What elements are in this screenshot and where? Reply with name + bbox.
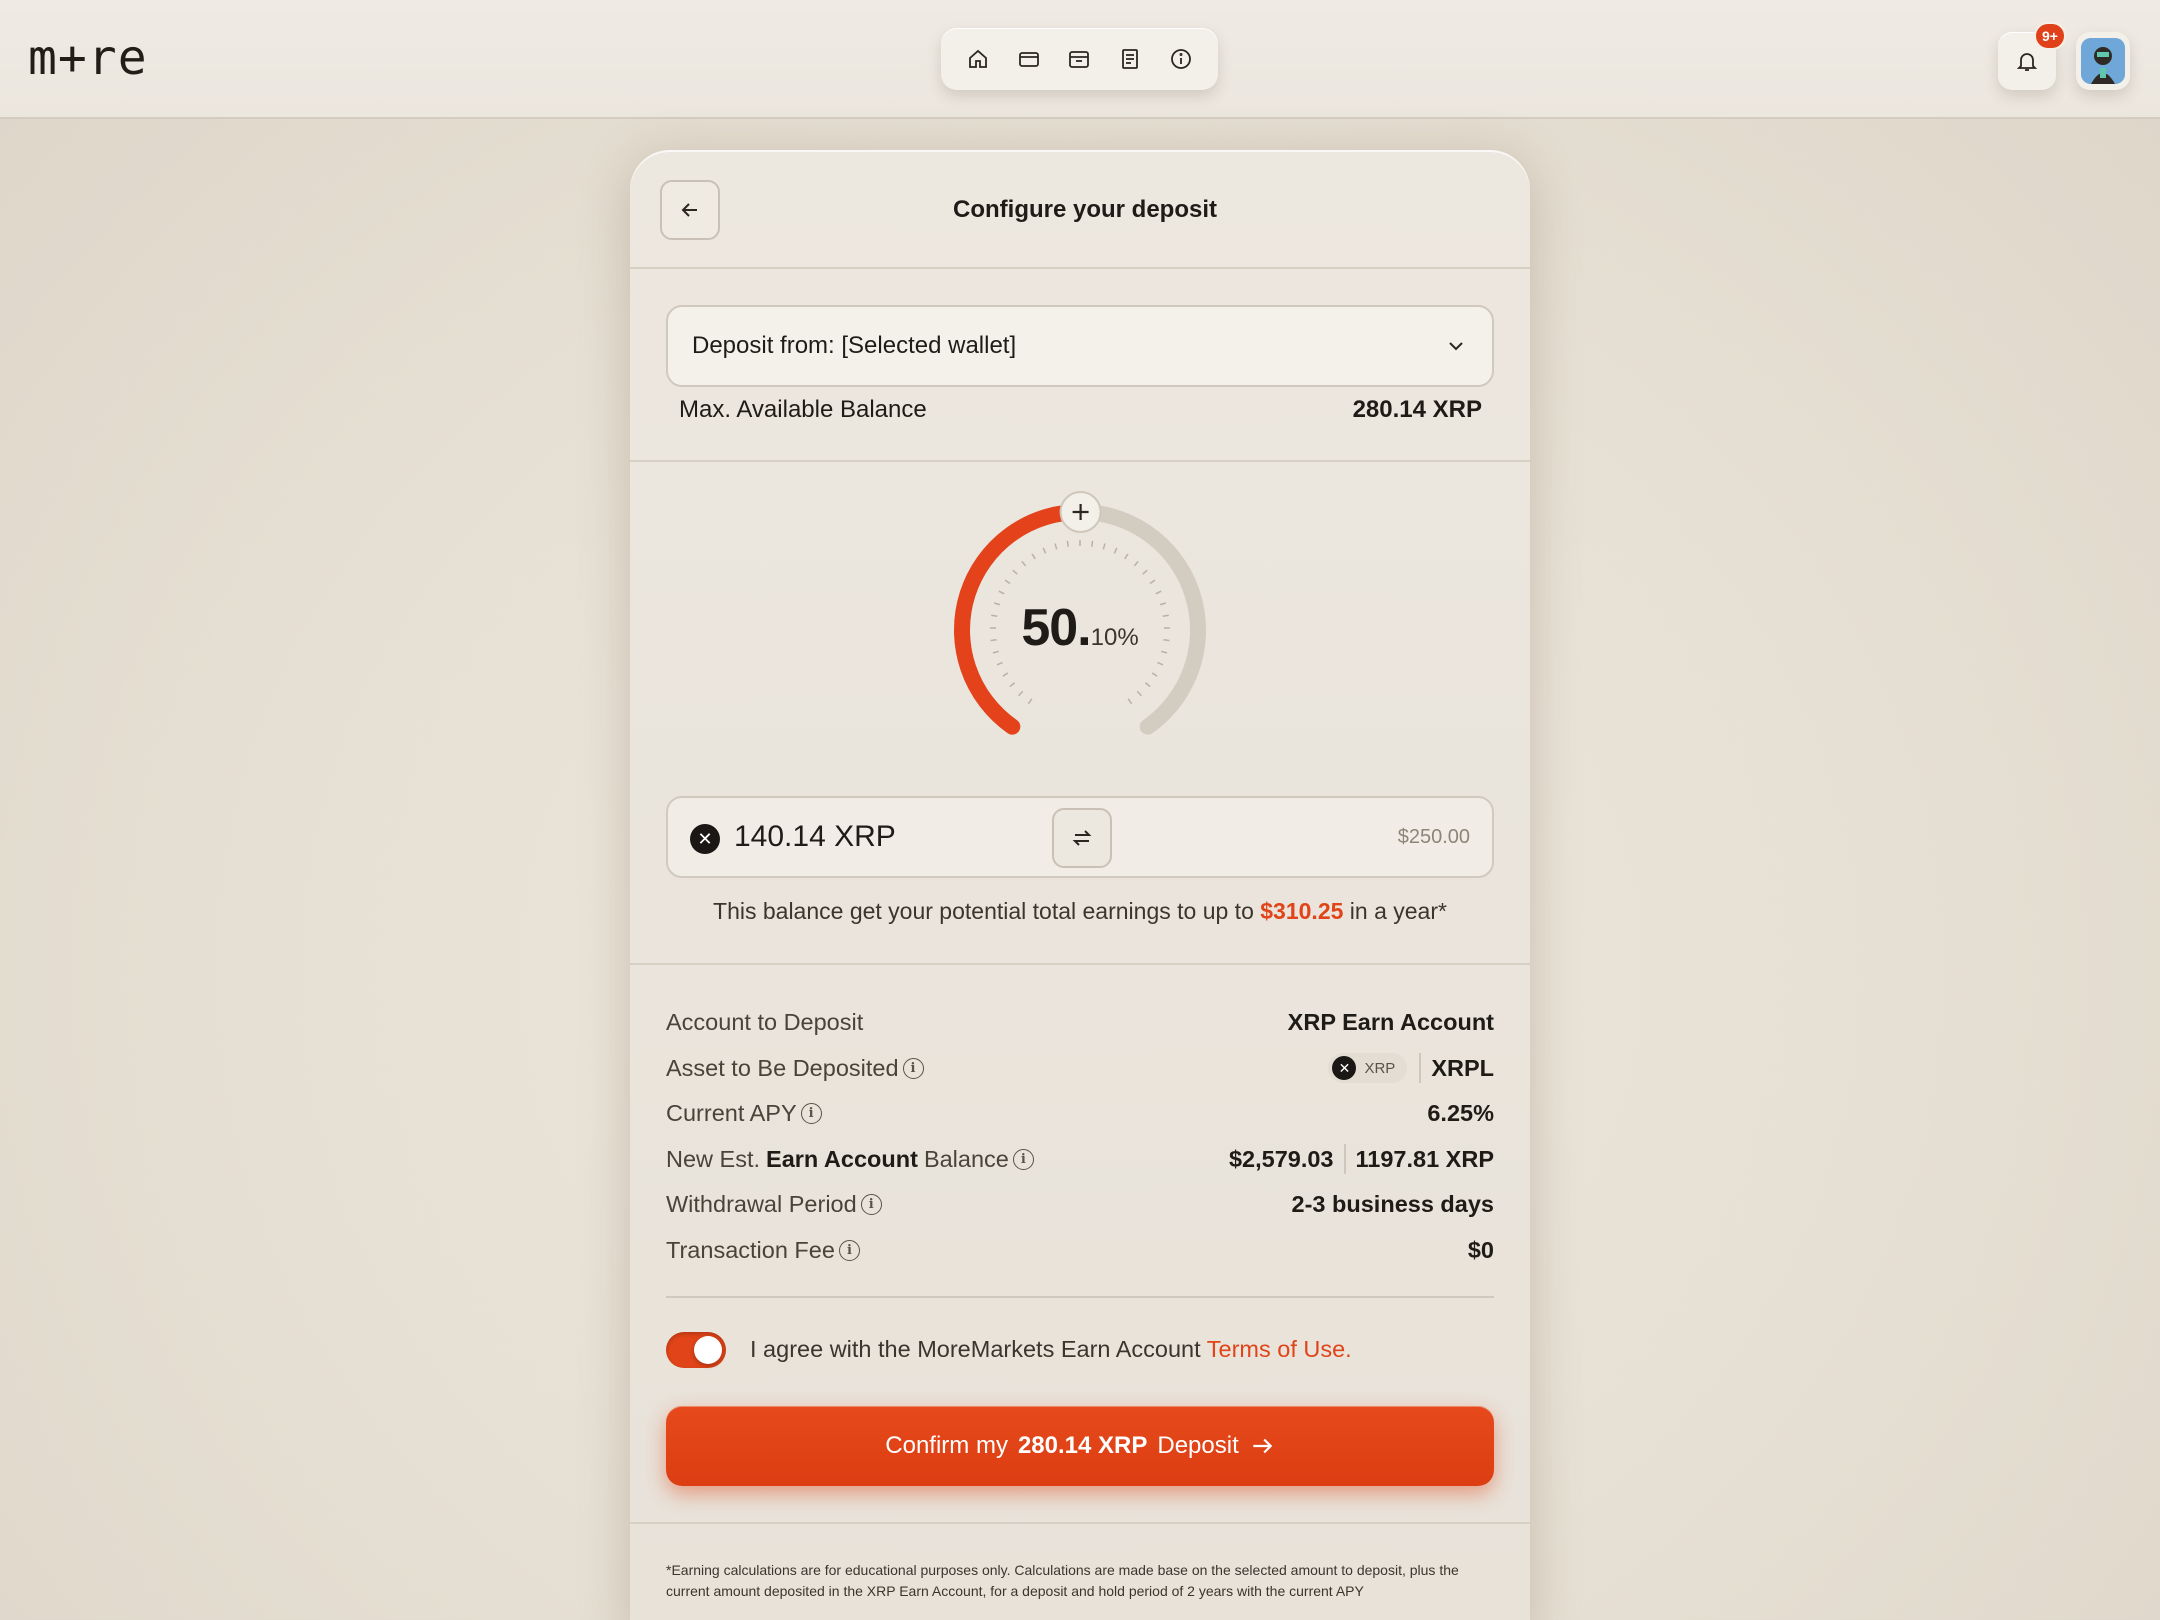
main-nav [941,28,1218,90]
xrp-icon: ✕ [1332,1056,1357,1081]
dial-tick [1149,579,1156,585]
receipt-icon[interactable] [1112,41,1148,77]
dial-tick [1124,553,1129,560]
chevron-down-icon [1449,342,1463,351]
swap-icon [1072,830,1092,846]
dial-tick [1142,569,1148,575]
dial-tick [1091,540,1094,547]
bell-icon [2016,53,2038,71]
dial-tick [1042,547,1047,554]
max-balance-label: Max. Available Balance [679,396,927,423]
info-icon[interactable]: i [902,1057,924,1079]
wallet-select[interactable]: Deposit from: [Selected wallet] [666,305,1494,387]
dial-tick [1054,543,1058,550]
divider [630,963,1530,965]
percent-major: 50. [1021,599,1091,657]
dial-value: 50.10% [940,598,1220,658]
dial-tick [1066,540,1069,547]
arrow-right-icon [1253,1438,1272,1454]
swap-button[interactable] [1052,808,1112,868]
dial-tick [1127,698,1133,705]
terms-toggle[interactable] [666,1332,726,1368]
divider [666,1296,1494,1298]
dial-tick [1018,690,1024,697]
amount-input[interactable]: ✕ 140.14 XRP $250.00 [666,796,1494,878]
dial-tick [1133,560,1139,567]
info-icon[interactable]: i [838,1239,860,1261]
avatar[interactable] [2076,32,2130,90]
detail-row-fee: Transaction Fee i $0 [666,1236,1494,1263]
dial-tick [1012,569,1018,575]
detail-row-account: Account to Deposit XRP Earn Account [666,1009,1494,1036]
deposit-card: Configure your deposit Deposit from: [Se… [630,150,1530,1620]
amount-usd: $250.00 [1397,826,1470,848]
dial-tick [1102,543,1106,550]
dial-tick [1151,672,1158,677]
divider [630,1522,1530,1524]
deposit-details: Account to Deposit XRP Earn Account Asse… [666,1000,1494,1273]
dial-tick [1155,590,1162,595]
percent-minor: 10% [1090,624,1139,651]
asset-chip: ✕ XRP [1328,1053,1408,1084]
info-icon[interactable]: i [860,1194,882,1216]
amount-value: 140.14 XRP [734,820,896,853]
dial-tick [1136,690,1142,697]
xrp-icon: ✕ [690,824,720,854]
wallet-select-label: Deposit from: [Selected wallet] [692,332,1017,359]
page-title: Configure your deposit [953,196,1217,223]
footnote: *Earning calculations are for educationa… [666,1562,1459,1599]
earnings-note: This balance get your potential total ea… [713,898,1447,924]
dial-tick [998,590,1005,595]
max-balance-value: 280.14 XRP [1352,396,1482,423]
divider [630,460,1530,462]
card-header: Configure your deposit [630,150,1530,269]
card-icon[interactable] [1011,41,1047,77]
dial-tick [1031,553,1036,560]
info-icon[interactable]: i [800,1103,822,1125]
earnings-amount: $310.25 [1260,898,1344,924]
dial-tick [1021,560,1027,567]
max-balance-row: Max. Available Balance 280.14 XRP [679,396,1482,424]
top-bar: m+re 9+ [0,0,2160,119]
dial-tick [996,661,1003,666]
dial-handle[interactable] [1059,491,1102,534]
asset-network: XRPL [1431,1054,1494,1081]
home-icon[interactable] [960,41,996,77]
dial-tick [1009,682,1016,688]
info-icon[interactable]: i [1012,1148,1034,1170]
dial-tick [1113,547,1118,554]
dial-tick [1144,682,1151,688]
notifications-badge: 9+ [2034,22,2066,50]
detail-row-apy: Current APY i 6.25% [666,1100,1494,1127]
detail-row-asset: Asset to Be Deposited i ✕ XRP XRPL [666,1046,1494,1092]
dial-tick [1004,579,1011,585]
dial-tick [1157,661,1164,666]
info-icon[interactable] [1163,41,1199,77]
confirm-deposit-button[interactable]: Confirm my 280.14 XRP Deposit [666,1406,1494,1486]
logo[interactable]: m+re [28,30,148,86]
terms-agreement: I agree with the MoreMarkets Earn Accoun… [750,1336,1352,1362]
dial-tick [1027,698,1033,705]
terms-link[interactable]: Terms of Use. [1207,1336,1352,1362]
dial-tick [1002,672,1009,677]
detail-row-withdrawal: Withdrawal Period i 2-3 business days [666,1191,1494,1218]
wallet-icon[interactable] [1061,41,1097,77]
detail-row-new-balance: New Est. Earn Account Balance i $2,579.03 1… [666,1137,1494,1183]
